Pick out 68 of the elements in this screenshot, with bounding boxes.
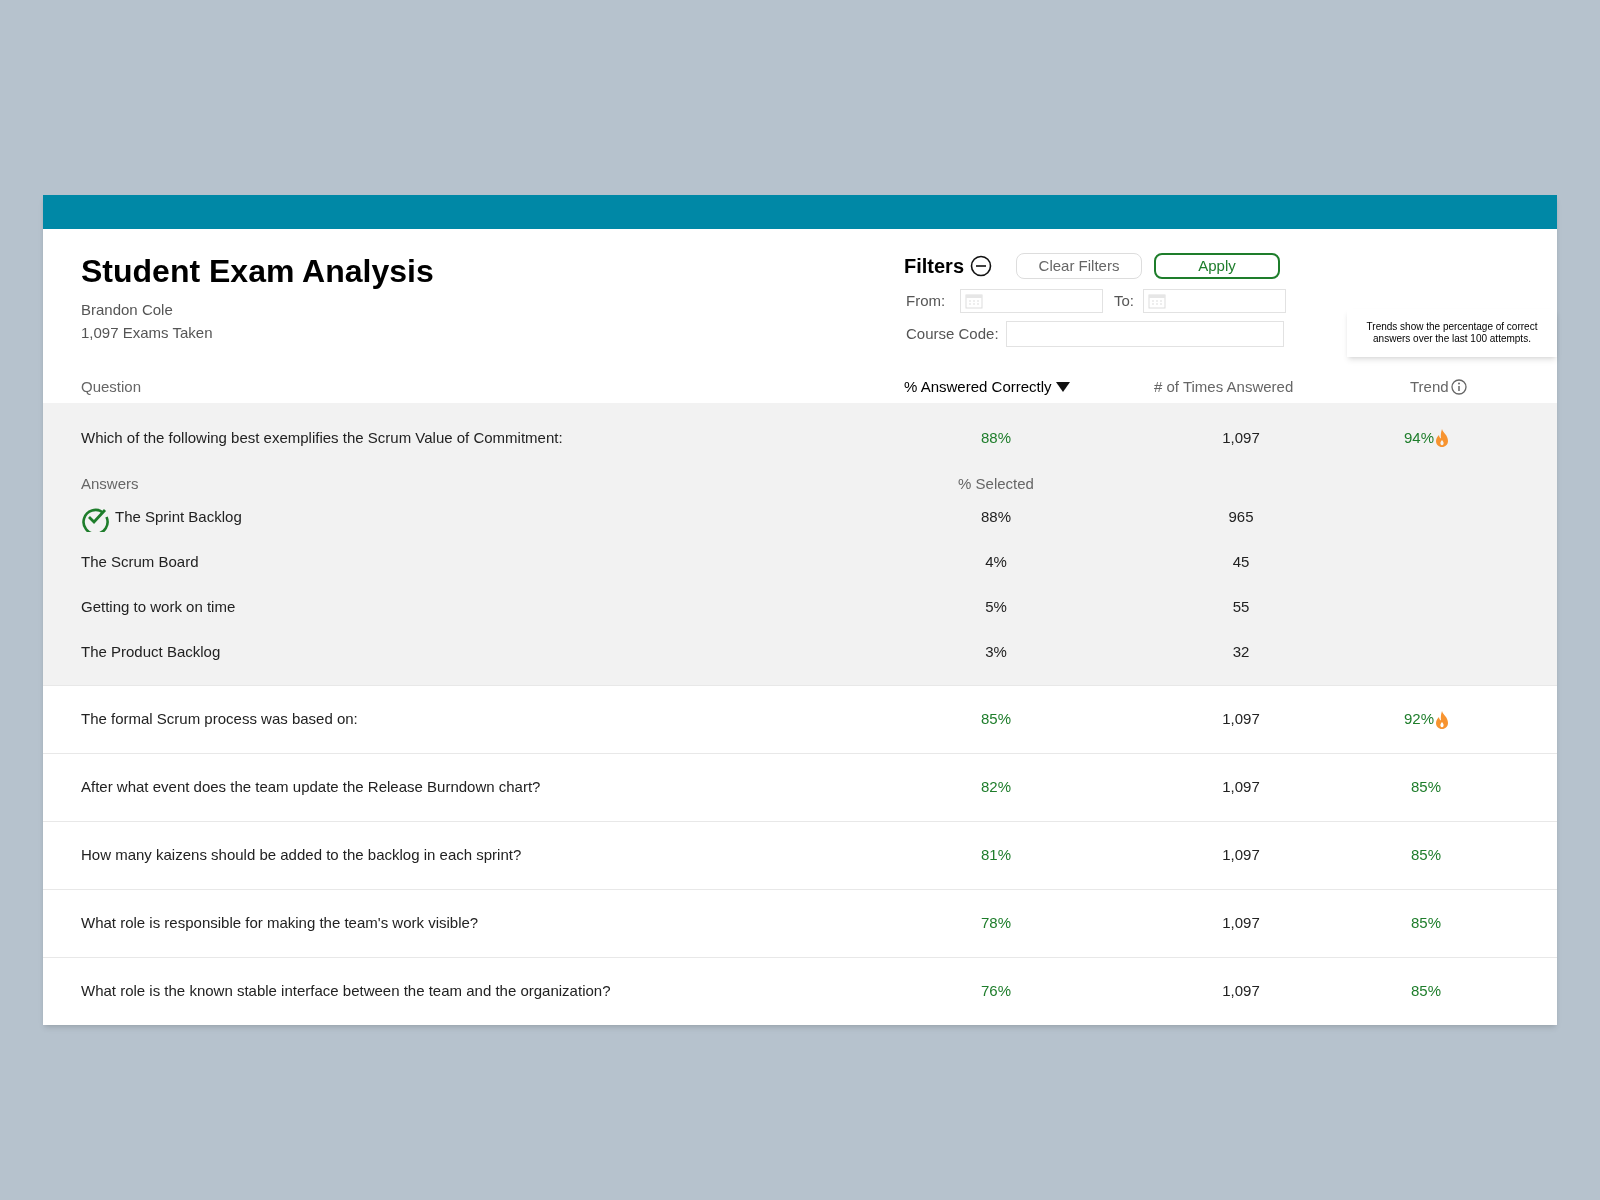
question-row[interactable]: What role is responsible for making the team's work visible? 78% 1,097 85%: [43, 889, 1557, 957]
to-label: To:: [1114, 290, 1135, 311]
selected-percent: 88%: [981, 507, 1011, 528]
answer-text: The Product Backlog: [81, 642, 221, 663]
percent-correct: 78%: [981, 913, 1011, 934]
course-code-label: Course Code:: [906, 323, 1000, 344]
question-row[interactable]: How many kaizens should be added to the backlog in each sprint? 81% 1,097 85%: [43, 821, 1557, 889]
answer-text: The Sprint Backlog: [115, 507, 242, 528]
student-name: Brandon Cole: [81, 300, 174, 320]
answer-text: The Scrum Board: [81, 552, 199, 573]
clear-filters-button[interactable]: Clear Filters: [1016, 253, 1143, 279]
exam-count: 1,097 Exams Taken: [81, 322, 214, 343]
column-header: Trend: [1410, 376, 1449, 397]
percent-correct: 85%: [981, 709, 1011, 730]
times-answered: 1,097: [1222, 845, 1260, 866]
flame-icon: [1436, 710, 1448, 729]
filters-heading: Filters: [904, 254, 965, 279]
question-row[interactable]: After what event does the team update the Release Burndown chart? 82% 1,097 85%: [43, 753, 1557, 821]
question-text: How many kaizens should be added to the backlog in each sprint?: [81, 845, 523, 866]
times-answered: 1,097: [1222, 777, 1260, 798]
question-text: What role is responsible for making the team's work visible?: [81, 913, 480, 934]
selected-label: % Selected: [958, 473, 1034, 494]
trend-value: 94%: [1404, 427, 1434, 448]
selection-count: 55: [1232, 597, 1250, 618]
to-date-field[interactable]: [1143, 289, 1286, 313]
apply-button[interactable]: Apply: [1154, 253, 1281, 279]
percent-correct: 82%: [981, 777, 1011, 798]
question-row[interactable]: What role is the known stable interface between the team and the organization? 76% 1,097 85%: [43, 957, 1557, 1025]
trend-value: 85%: [1411, 845, 1441, 866]
selection-count: 32: [1232, 642, 1250, 663]
percent-correct: 81%: [981, 845, 1011, 866]
sort-column-header[interactable]: % Answered Correctly: [904, 375, 1144, 399]
times-answered: 1,097: [1222, 913, 1260, 934]
tooltip: Trends show the percentage of correct answers over the last 100 attempts.: [1347, 309, 1557, 357]
percent-correct: 88%: [981, 427, 1011, 448]
percent-correct: 76%: [981, 981, 1011, 1002]
trend-value: 85%: [1411, 981, 1441, 1002]
selection-count: 965: [1228, 507, 1254, 528]
from-date-field[interactable]: [960, 289, 1103, 313]
answer-text: Getting to work on time: [81, 597, 236, 618]
question-text: Which of the following best exemplifies the Scrum Value of Commitment:: [81, 427, 564, 448]
page-title: Student Exam Analysis: [81, 252, 435, 291]
question-row[interactable]: The formal Scrum process was based on: 85% 1,097 92%: [43, 685, 1557, 753]
flame-icon: [1436, 429, 1448, 447]
times-answered: 1,097: [1222, 981, 1260, 1002]
selected-percent: 3%: [985, 642, 1007, 663]
times-answered: 1,097: [1222, 709, 1260, 730]
course-code-field[interactable]: [1006, 321, 1284, 347]
column-header: # of Times Answered: [1154, 376, 1295, 397]
question-text: What role is the known stable interface between the team and the organization?: [81, 981, 612, 1002]
column-header: Question: [81, 376, 143, 397]
calendar-icon[interactable]: [965, 293, 983, 309]
selection-count: 45: [1232, 552, 1250, 573]
question-text: After what event does the team update the Release Burndown chart?: [81, 777, 542, 798]
times-answered: 1,097: [1222, 427, 1260, 448]
sort-down-icon: [1055, 382, 1070, 392]
selected-percent: 4%: [985, 552, 1007, 573]
calendar-icon[interactable]: [1148, 293, 1166, 309]
question-text: The formal Scrum process was based on:: [81, 709, 359, 730]
expanded-question-row[interactable]: [43, 403, 1557, 685]
answers-label: Answers: [81, 473, 140, 494]
info-icon[interactable]: [1450, 379, 1467, 395]
trend-value: 85%: [1411, 777, 1441, 798]
selected-percent: 5%: [985, 597, 1007, 618]
collapse-icon[interactable]: [970, 255, 993, 277]
trend-value: 85%: [1411, 913, 1441, 934]
trend-value: 92%: [1404, 709, 1434, 730]
from-label: From:: [906, 290, 947, 311]
